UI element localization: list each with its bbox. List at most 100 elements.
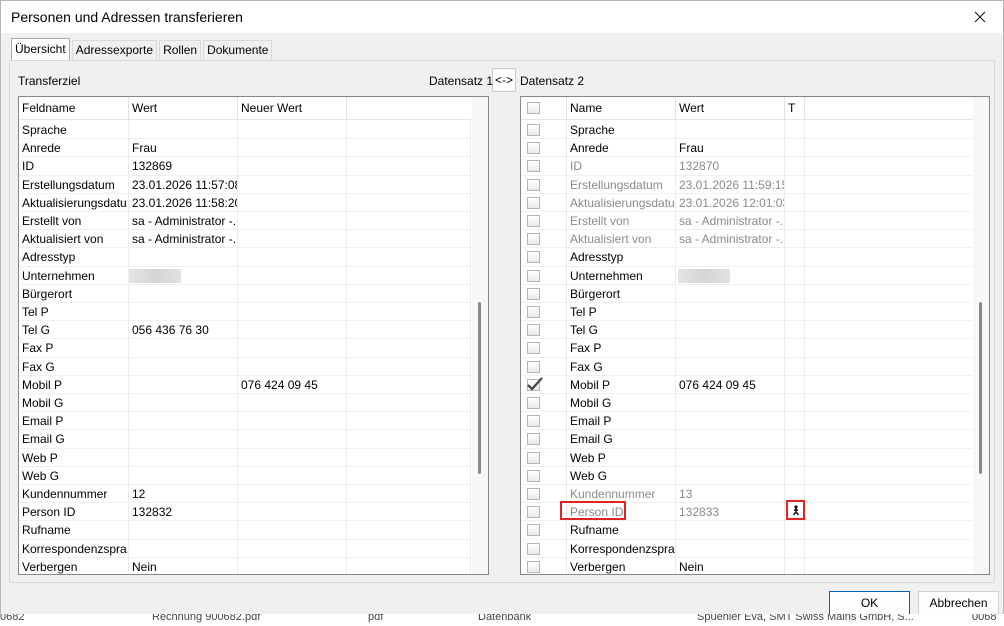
field-name-cell[interactable]: Aktualisierungsdatu... [567,193,676,212]
field-name-cell[interactable]: Unternehmen [567,266,676,285]
row-checkbox[interactable] [527,178,540,191]
new-value-cell[interactable] [238,394,347,412]
value-cell[interactable]: 23.01.2026 11:58:20 [129,193,238,212]
field-name-cell[interactable]: Mobil P [567,375,676,394]
row-checkbox[interactable] [527,287,540,300]
field-name-cell[interactable]: Unternehmen [19,266,129,285]
field-name-cell[interactable]: Web P [19,448,129,467]
value-cell[interactable] [129,284,238,303]
value-cell[interactable]: 13 [676,485,785,503]
row-checkbox[interactable] [527,233,540,246]
header-name[interactable]: Name [567,97,676,120]
value-cell[interactable]: sa - Administrator -... [676,230,785,249]
value-cell[interactable] [129,375,238,394]
table-row[interactable]: Mobil G [521,394,973,413]
value-cell[interactable] [129,394,238,412]
table-row[interactable]: Aktualisierungsdatu... 23.01.2026 11:58:2… [19,193,471,212]
value-cell[interactable]: Nein [676,557,785,574]
table-row[interactable]: Tel P [19,303,471,322]
field-name-cell[interactable]: Erstellt von [19,212,129,230]
value-cell[interactable] [129,448,238,467]
table-row[interactable]: Korrespondenzspra... [19,539,471,558]
value-cell[interactable] [129,412,238,431]
new-value-cell[interactable] [238,339,347,358]
t-cell[interactable] [785,248,805,267]
field-name-cell[interactable]: Tel G [19,321,129,340]
tab-rollen[interactable]: Rollen [159,40,202,60]
table-row[interactable]: Tel G [521,321,973,340]
row-checkbox[interactable] [527,433,540,446]
ok-button[interactable]: OK [829,591,910,615]
row-checkbox[interactable] [527,251,540,264]
transfer-cell-button[interactable] [786,500,805,520]
row-checkbox[interactable] [527,451,540,464]
table-row[interactable]: Fax G [521,357,973,376]
value-cell[interactable] [676,466,785,485]
table-row[interactable]: Anrede Frau [19,139,471,158]
table-row[interactable]: Aktualisiert von sa - Administrator -... [19,230,471,249]
value-cell[interactable]: 12 [129,485,238,503]
row-checkbox[interactable] [527,469,540,482]
new-value-cell[interactable] [238,139,347,158]
tab-adressexporte[interactable]: Adressexporte [71,40,158,60]
row-checkbox[interactable] [527,324,540,337]
table-row[interactable]: Email G [521,430,973,449]
value-cell[interactable]: 132870 [676,157,785,176]
field-name-cell[interactable]: Tel P [19,303,129,321]
value-cell[interactable]: Frau [676,139,785,158]
table-row[interactable]: Email P [19,412,471,431]
field-name-cell[interactable]: Anrede [19,139,129,158]
value-cell[interactable] [129,121,238,139]
value-cell[interactable] [129,266,238,285]
new-value-cell[interactable] [238,212,347,230]
value-cell[interactable] [676,412,785,431]
table-row[interactable]: Mobil G [19,394,471,413]
field-name-cell[interactable]: Email G [567,430,676,449]
value-cell[interactable]: sa - Administrator -... [676,212,785,230]
field-name-cell[interactable]: Fax G [19,357,129,376]
value-cell[interactable] [676,248,785,267]
table-row[interactable]: Verbergen Nein [19,557,471,574]
table-row[interactable]: Unternehmen [521,266,973,285]
value-cell[interactable] [676,521,785,540]
value-cell[interactable]: 132869 [129,157,238,176]
field-name-cell[interactable]: Aktualisiert von [19,230,129,249]
right-scroll-thumb[interactable] [979,302,982,474]
field-name-cell[interactable]: Fax P [19,339,129,358]
header-wert[interactable]: Wert [129,97,238,120]
t-cell[interactable] [785,175,805,194]
value-cell[interactable] [676,321,785,340]
field-name-cell[interactable]: Mobil G [567,394,676,412]
table-row[interactable]: Sprache [521,121,973,140]
field-name-cell[interactable]: Web P [567,448,676,467]
t-cell[interactable] [785,212,805,230]
field-name-cell[interactable]: Aktualisierungsdatu... [19,193,129,212]
new-value-cell[interactable]: 076 424 09 45 [238,375,347,394]
row-checkbox[interactable] [527,360,540,373]
value-cell[interactable] [676,448,785,467]
field-name-cell[interactable]: Mobil G [19,394,129,412]
header-feldname[interactable]: Feldname [19,97,129,120]
row-checkbox[interactable] [527,560,540,573]
field-name-cell[interactable]: Email P [19,412,129,431]
value-cell[interactable]: 23.01.2026 12:01:03 [676,193,785,212]
row-checkbox[interactable] [527,124,540,136]
value-cell[interactable] [676,339,785,358]
field-name-cell[interactable]: Web G [19,466,129,485]
new-value-cell[interactable] [238,357,347,376]
field-name-cell[interactable]: Bürgerort [567,284,676,303]
t-cell[interactable] [785,521,805,540]
value-cell[interactable] [676,539,785,558]
field-name-cell[interactable]: Anrede [567,139,676,158]
new-value-cell[interactable] [238,230,347,249]
row-checkbox[interactable] [527,377,543,391]
field-name-cell[interactable]: Email P [567,412,676,431]
tab-uebersicht[interactable]: Übersicht [11,38,70,60]
left-scrollbar[interactable] [472,97,488,574]
table-row[interactable]: Web P [19,448,471,467]
field-name-cell[interactable]: Kundennummer [567,485,676,503]
value-cell[interactable]: 056 436 76 30 [129,321,238,340]
new-value-cell[interactable] [238,303,347,321]
value-cell[interactable]: 076 424 09 45 [676,375,785,394]
field-name-cell[interactable]: Rufname [567,521,676,540]
